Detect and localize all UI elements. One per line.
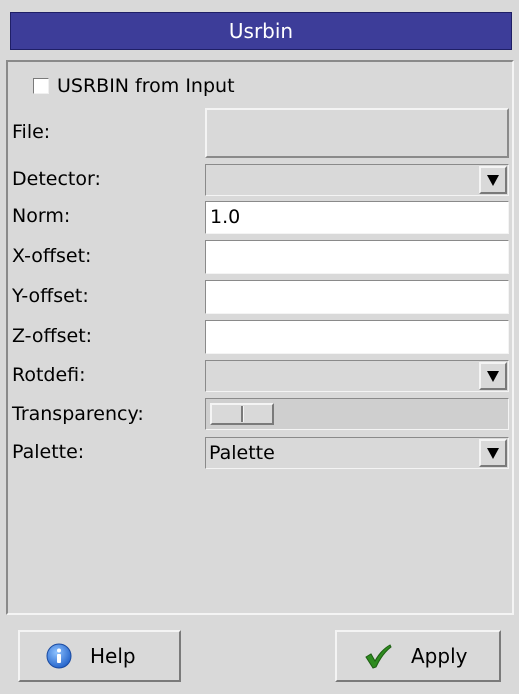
palette-combobox[interactable]: Palette — [205, 437, 509, 469]
yoffset-label: Y-offset: — [12, 285, 89, 307]
detector-label: Detector: — [12, 168, 101, 190]
slider-groove — [241, 406, 244, 422]
dialog-title: Usrbin — [10, 12, 512, 50]
info-icon — [46, 643, 72, 669]
zoffset-label: Z-offset: — [12, 325, 93, 347]
help-button[interactable]: Help — [18, 630, 181, 682]
yoffset-input[interactable] — [205, 280, 509, 314]
norm-input[interactable]: 1.0 — [205, 201, 509, 234]
usrbin-from-input-label: USRBIN from Input — [57, 75, 235, 97]
triangle-down-icon — [487, 371, 499, 382]
xoffset-input[interactable] — [205, 240, 509, 274]
usrbin-from-input-row[interactable]: USRBIN from Input — [33, 72, 235, 100]
rotdefi-label: Rotdefi: — [12, 364, 86, 386]
apply-button-label: Apply — [411, 644, 468, 668]
palette-label: Palette: — [12, 441, 85, 463]
zoffset-input[interactable] — [205, 320, 509, 354]
help-button-label: Help — [90, 644, 136, 668]
triangle-down-icon — [487, 448, 499, 459]
detector-combobox[interactable] — [205, 164, 509, 196]
norm-label: Norm: — [12, 205, 71, 227]
rotdefi-dropdown-button[interactable] — [479, 362, 507, 390]
file-button[interactable] — [205, 108, 509, 158]
usrbin-from-input-checkbox[interactable] — [33, 78, 49, 94]
transparency-label: Transparency: — [12, 403, 144, 425]
xoffset-label: X-offset: — [12, 245, 92, 267]
usrbin-dialog: Usrbin USRBIN from Input File: Detector:… — [0, 0, 519, 694]
palette-dropdown-button[interactable] — [479, 439, 507, 467]
rotdefi-combobox[interactable] — [205, 360, 509, 392]
file-label: File: — [12, 121, 51, 143]
apply-button[interactable]: Apply — [335, 630, 501, 682]
triangle-down-icon — [487, 175, 499, 186]
transparency-slider-handle[interactable] — [210, 403, 274, 425]
palette-value: Palette — [209, 442, 275, 464]
detector-dropdown-button[interactable] — [479, 166, 507, 194]
checkmark-icon — [363, 642, 393, 670]
transparency-scale[interactable] — [205, 398, 509, 430]
norm-value: 1.0 — [210, 206, 241, 228]
